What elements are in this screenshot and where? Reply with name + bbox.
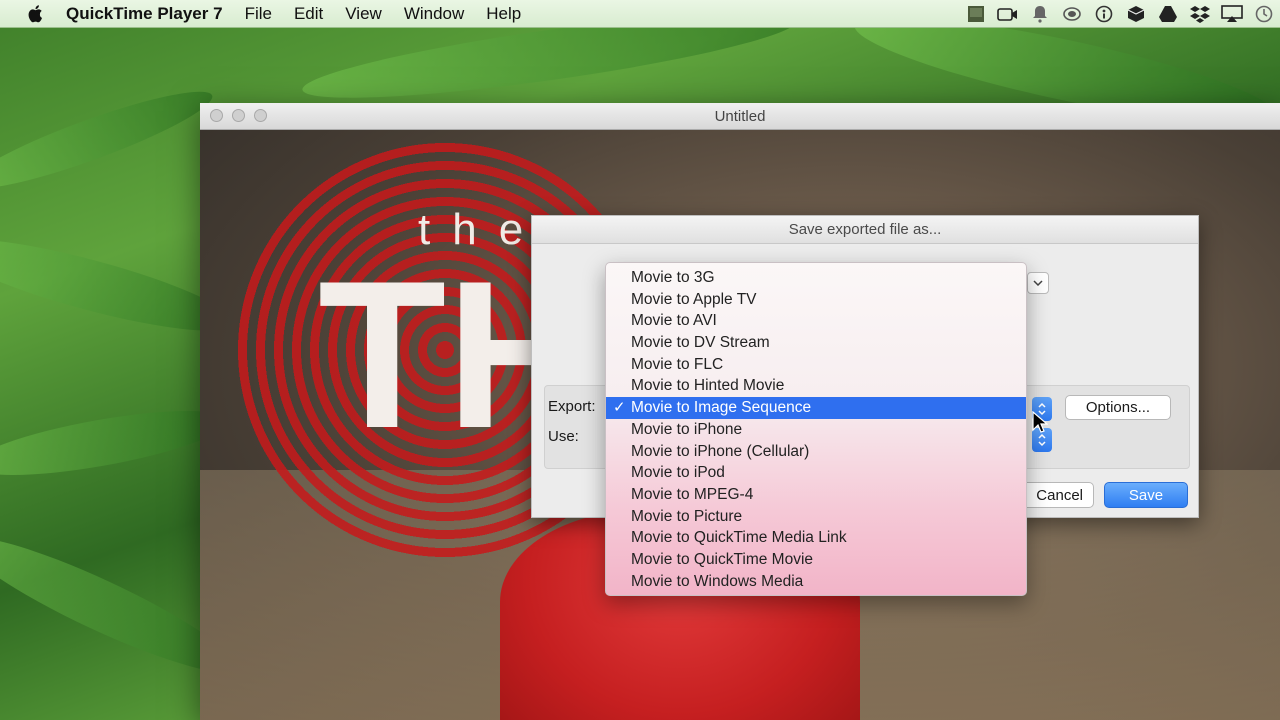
time-machine-icon[interactable] bbox=[1252, 4, 1276, 24]
menu-item-apple-tv[interactable]: Movie to Apple TV bbox=[606, 289, 1026, 311]
save-button[interactable]: Save bbox=[1104, 482, 1188, 508]
box-icon[interactable] bbox=[1124, 4, 1148, 24]
notification-bell-icon[interactable] bbox=[1028, 4, 1052, 24]
menu-view[interactable]: View bbox=[345, 4, 382, 24]
menu-item-label: Movie to iPhone (Cellular) bbox=[631, 442, 810, 460]
menu-item-label: Movie to AVI bbox=[631, 312, 717, 330]
screen-icon[interactable] bbox=[964, 4, 988, 24]
menu-item-label: Movie to Windows Media bbox=[631, 572, 804, 590]
airplay-icon[interactable] bbox=[1220, 4, 1244, 24]
menu-edit[interactable]: Edit bbox=[294, 4, 323, 24]
expand-chevron-icon[interactable] bbox=[1027, 272, 1049, 294]
zoom-button[interactable] bbox=[254, 109, 267, 122]
menu-item-3g[interactable]: Movie to 3G bbox=[606, 267, 1026, 289]
menu-item-label: Movie to QuickTime Media Link bbox=[631, 529, 847, 547]
menu-bar: QuickTime Player 7 File Edit View Window… bbox=[0, 0, 1280, 28]
menu-item-label: Movie to iPhone bbox=[631, 420, 743, 438]
options-button[interactable]: Options... bbox=[1065, 395, 1171, 420]
dropbox-icon[interactable] bbox=[1188, 4, 1212, 24]
minimize-button[interactable] bbox=[232, 109, 245, 122]
menu-item-quicktime-media-link[interactable]: Movie to QuickTime Media Link bbox=[606, 527, 1026, 549]
mouse-cursor-icon bbox=[1032, 411, 1048, 433]
apple-menu-icon[interactable] bbox=[24, 3, 46, 25]
export-label: Export: bbox=[548, 398, 596, 415]
background-grass bbox=[0, 76, 220, 204]
info-icon[interactable] bbox=[1092, 4, 1116, 24]
menu-item-avi[interactable]: Movie to AVI bbox=[606, 310, 1026, 332]
menu-item-label: Movie to DV Stream bbox=[631, 334, 770, 352]
drive-icon[interactable] bbox=[1156, 4, 1180, 24]
close-button[interactable] bbox=[210, 109, 223, 122]
menu-item-iphone-cellular[interactable]: Movie to iPhone (Cellular) bbox=[606, 441, 1026, 463]
menu-item-dv-stream[interactable]: Movie to DV Stream bbox=[606, 332, 1026, 354]
menu-item-label: Movie to FLC bbox=[631, 355, 724, 373]
dialog-title: Save exported file as... bbox=[532, 216, 1198, 244]
menu-item-windows-media[interactable]: Movie to Windows Media bbox=[606, 571, 1026, 593]
menu-item-hinted-movie[interactable]: Movie to Hinted Movie bbox=[606, 375, 1026, 397]
camera-icon[interactable] bbox=[996, 4, 1020, 24]
menu-item-label: Movie to iPod bbox=[631, 464, 725, 482]
sync-icon[interactable] bbox=[1060, 4, 1084, 24]
window-controls bbox=[210, 109, 267, 122]
menu-item-image-sequence[interactable]: ✓ Movie to Image Sequence bbox=[606, 397, 1026, 419]
menu-item-quicktime-movie[interactable]: Movie to QuickTime Movie bbox=[606, 549, 1026, 571]
menu-item-label: Movie to Image Sequence bbox=[631, 399, 812, 417]
use-label: Use: bbox=[548, 428, 579, 445]
menu-item-picture[interactable]: Movie to Picture bbox=[606, 506, 1026, 528]
menu-window[interactable]: Window bbox=[404, 4, 464, 24]
menu-item-ipod[interactable]: Movie to iPod bbox=[606, 462, 1026, 484]
status-area bbox=[964, 0, 1276, 27]
menu-item-label: Movie to Hinted Movie bbox=[631, 377, 785, 395]
menu-item-label: Movie to QuickTime Movie bbox=[631, 550, 814, 568]
menu-item-label: Movie to 3G bbox=[631, 269, 715, 286]
app-name-menu[interactable]: QuickTime Player 7 bbox=[66, 4, 223, 24]
export-format-menu: Movie to 3G Movie to Apple TV Movie to A… bbox=[605, 262, 1027, 596]
player-titlebar[interactable]: Untitled bbox=[200, 103, 1280, 130]
menu-item-label: Movie to Picture bbox=[631, 507, 743, 525]
window-title: Untitled bbox=[714, 107, 766, 125]
menu-item-label: Movie to Apple TV bbox=[631, 290, 757, 308]
menu-item-label: Movie to MPEG-4 bbox=[631, 485, 754, 503]
menu-file[interactable]: File bbox=[245, 4, 272, 24]
menu-item-flc[interactable]: Movie to FLC bbox=[606, 354, 1026, 376]
menu-item-iphone[interactable]: Movie to iPhone bbox=[606, 419, 1026, 441]
menu-help[interactable]: Help bbox=[486, 4, 521, 24]
checkmark-icon: ✓ bbox=[613, 399, 626, 417]
background-grass bbox=[0, 397, 233, 489]
menu-item-mpeg4[interactable]: Movie to MPEG-4 bbox=[606, 484, 1026, 506]
